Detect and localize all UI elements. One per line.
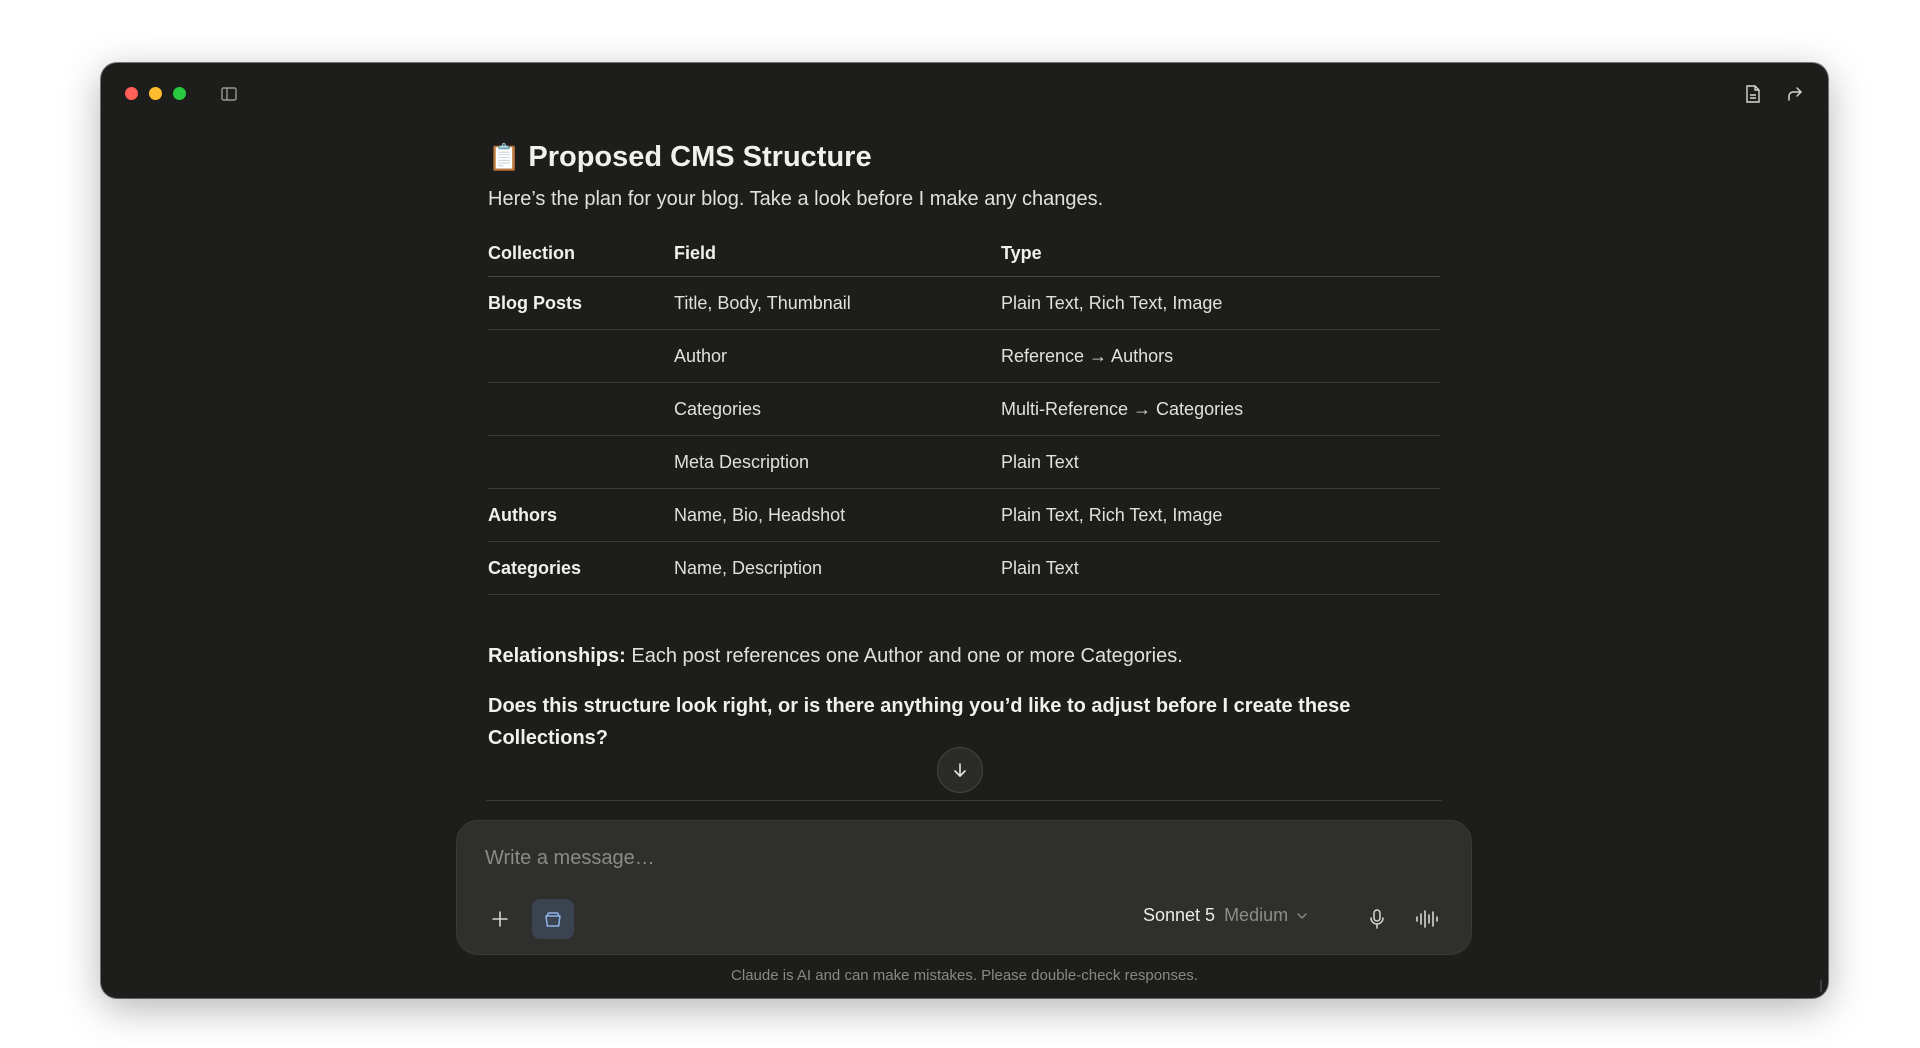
cell-field: Title, Body, Thumbnail [674,276,1001,330]
message-input[interactable] [485,847,1385,870]
microphone-button[interactable] [1362,904,1392,934]
header-collection: Collection [488,231,674,277]
waveform-icon [1416,910,1438,928]
top-right-actions [1742,83,1806,105]
table-row: Categories Name, Description Plain Text [488,541,1440,595]
cell-collection [488,435,674,489]
sidebar-toggle-icon[interactable] [220,85,238,103]
close-window-button[interactable] [125,87,138,100]
cell-field: Author [674,329,1001,383]
assistant-message: 📋 Proposed CMS Structure Here’s the plan… [488,141,1440,754]
table-row: Author Reference → Authors [488,329,1440,383]
add-attachment-button[interactable] [485,904,515,934]
cell-field: Categories [674,382,1001,436]
message-intro: Here’s the plan for your blog. Take a lo… [488,188,1104,210]
arrow-down-icon [954,763,966,777]
window-controls [125,87,186,100]
maximize-window-button[interactable] [173,87,186,100]
cms-structure-table: Collection Field Type Blog Posts Title, … [488,231,1440,595]
message-heading: 📋 Proposed CMS Structure [488,141,1440,174]
resize-handle[interactable] [1814,980,1822,992]
message-title: Proposed CMS Structure [528,141,872,173]
header-field: Field [674,231,1001,277]
cell-field: Name, Bio, Headshot [674,488,1001,542]
table-row: Authors Name, Bio, Headshot Plain Text, … [488,488,1440,542]
cell-type: Plain Text [1001,435,1440,489]
box-icon [545,912,561,927]
app-window: 📋 Proposed CMS Structure Here’s the plan… [101,63,1828,998]
chevron-down-icon [1297,912,1307,919]
cell-collection: Authors [488,488,674,542]
model-effort: Medium [1224,905,1289,925]
tools-toggle-button[interactable] [532,899,574,939]
relationships-paragraph: Relationships: Each post references one … [488,645,1440,668]
voice-mode-button[interactable] [1411,904,1445,934]
model-name: Sonnet 5 [1143,905,1216,925]
scroll-to-bottom-button[interactable] [937,747,983,793]
cell-collection: Categories [488,541,674,595]
cell-type: Multi-Reference → Categories [1001,382,1440,436]
cell-collection [488,329,674,383]
ai-disclaimer: Claude is AI and can make mistakes. Plea… [731,967,1198,984]
table-header-row: Collection Field Type [488,231,1440,277]
plus-icon [492,911,508,927]
model-selector[interactable]: Sonnet 5 Medium [1143,905,1307,926]
table-row: Meta Description Plain Text [488,435,1440,489]
table-row: Blog Posts Title, Body, Thumbnail Plain … [488,276,1440,330]
content-divider [486,800,1442,801]
microphone-icon [1370,909,1384,929]
message-composer: Sonnet 5 Medium [456,820,1472,955]
cell-type: Plain Text, Rich Text, Image [1001,488,1440,542]
relationships-text: Each post references one Author and one … [625,645,1183,667]
cell-collection: Blog Posts [488,276,674,330]
table-row: Categories Multi-Reference → Categories [488,382,1440,436]
header-type: Type [1001,231,1440,277]
clipboard-emoji: 📋 [488,142,521,172]
cell-type: Reference → Authors [1001,329,1440,383]
minimize-window-button[interactable] [149,87,162,100]
cell-collection [488,382,674,436]
document-icon[interactable] [1742,83,1764,105]
cell-type: Plain Text, Rich Text, Image [1001,276,1440,330]
cell-type: Plain Text [1001,541,1440,595]
cell-field: Name, Description [674,541,1001,595]
share-icon[interactable] [1784,83,1806,105]
relationships-label: Relationships: [488,645,626,667]
confirmation-question: Does this structure look right, or is th… [488,695,1351,749]
cell-field: Meta Description [674,435,1001,489]
